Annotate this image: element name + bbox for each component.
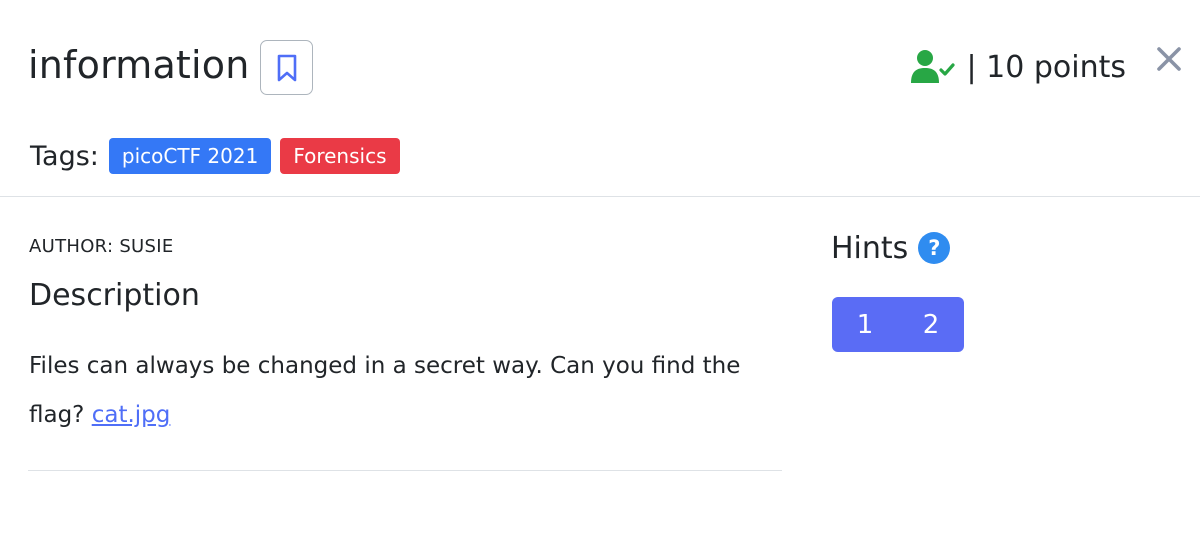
description-body: Files can always be changed in a secret … <box>29 342 781 440</box>
question-circle-icon[interactable]: ? <box>918 232 951 264</box>
hint-1-button[interactable]: 1 <box>832 297 898 352</box>
challenge-title: information <box>28 43 250 87</box>
author-label: AUTHOR: SUSIE <box>29 236 174 257</box>
tag-forensics[interactable]: Forensics <box>280 138 400 174</box>
description-heading: Description <box>29 278 200 313</box>
bookmark-button[interactable] <box>260 40 313 95</box>
bookmark-icon <box>277 54 296 81</box>
tags-label: Tags: <box>30 140 99 172</box>
close-button[interactable] <box>1152 42 1186 76</box>
points-display: | 10 points <box>966 49 1127 85</box>
hints-button-group: 1 2 <box>832 297 964 352</box>
status-area: | 10 points <box>910 44 1127 90</box>
tags-row: Tags: picoCTF 2021 Forensics <box>30 135 409 177</box>
attachment-link[interactable]: cat.jpg <box>92 402 171 428</box>
hints-title: Hints <box>831 230 909 266</box>
description-divider <box>28 470 782 471</box>
hints-heading: Hints ? <box>831 228 951 268</box>
challenge-header: information | 10 points Tags: picoCTF 20… <box>0 0 1200 197</box>
close-icon <box>1157 47 1181 71</box>
user-check-icon <box>910 49 955 85</box>
tag-picoctf-2021[interactable]: picoCTF 2021 <box>108 138 272 174</box>
hint-2-button[interactable]: 2 <box>898 297 964 352</box>
